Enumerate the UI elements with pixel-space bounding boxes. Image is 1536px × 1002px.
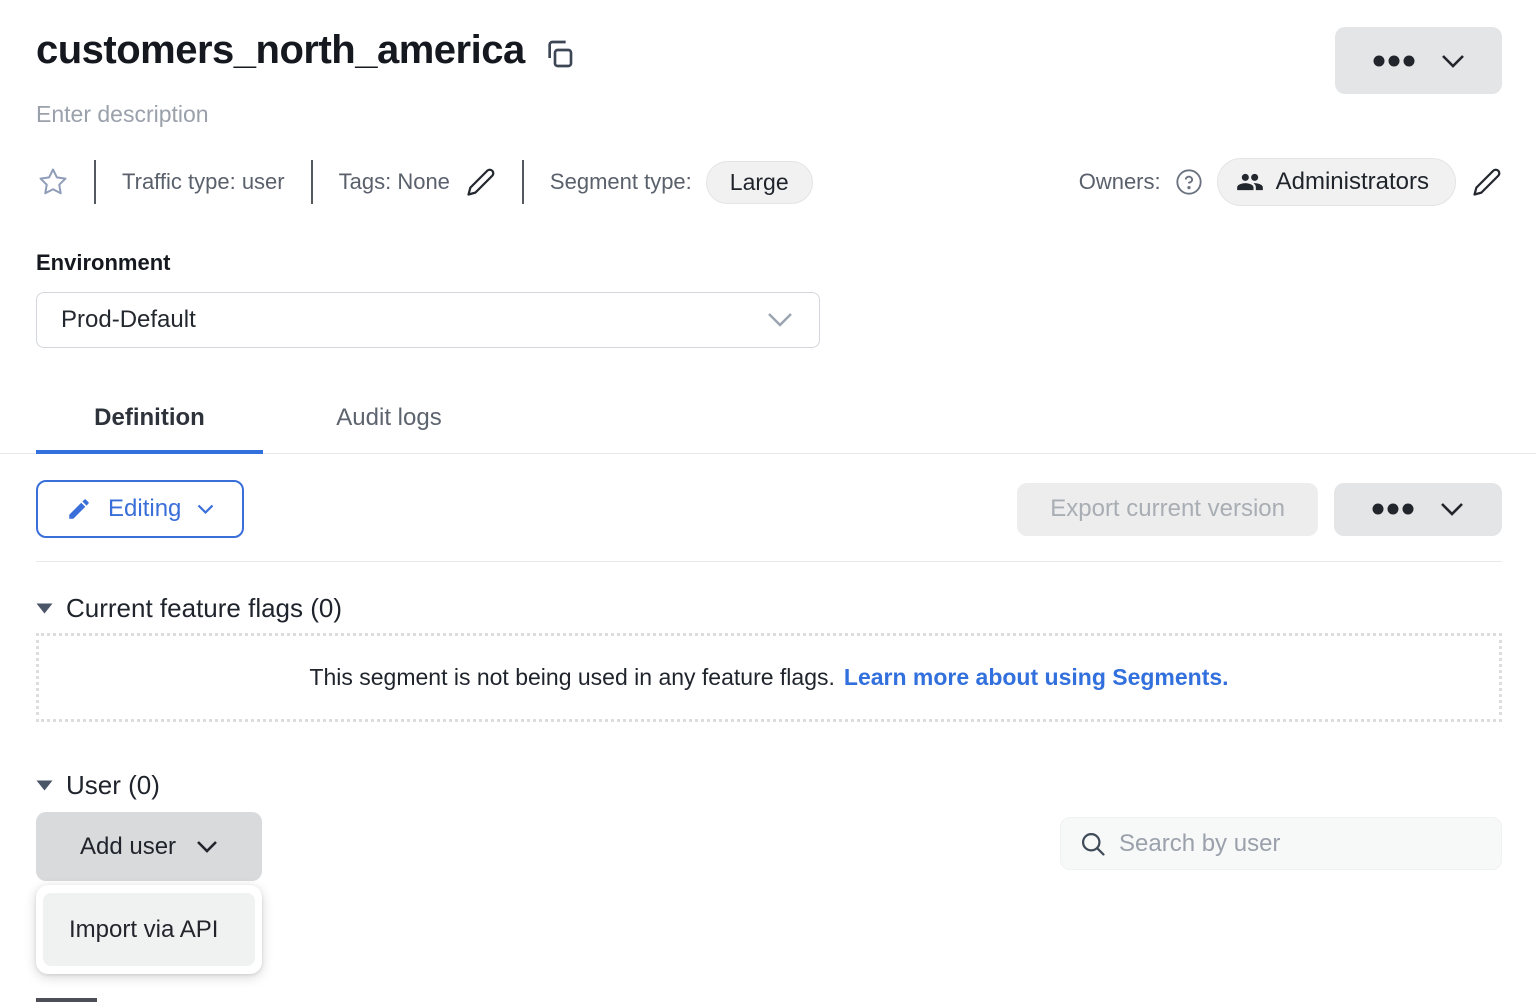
edit-tags-icon[interactable]	[466, 167, 496, 197]
copy-icon-glyph	[543, 38, 575, 70]
divider	[94, 160, 96, 204]
feature-flags-section: Current feature flags (0) This segment i…	[36, 593, 1502, 722]
add-user-button[interactable]: Add user	[36, 812, 262, 881]
ellipsis-icon	[1373, 55, 1415, 67]
editing-status-label: Editing	[108, 495, 181, 523]
page-title: customers_north_america	[36, 28, 525, 73]
export-button-label: Export current version	[1050, 495, 1285, 523]
feature-flags-empty-state: This segment is not being used in any fe…	[36, 633, 1502, 722]
definition-panel: Editing Export current version	[0, 480, 1536, 974]
chevron-down-icon	[767, 312, 793, 328]
copy-icon[interactable]	[543, 38, 575, 70]
pencil-icon	[66, 496, 92, 522]
divider	[36, 561, 1502, 562]
people-icon	[1236, 168, 1264, 196]
page-header: customers_north_america Enter descriptio…	[0, 0, 1536, 348]
tabbar: Definition Audit logs	[0, 388, 1536, 454]
toolbar-right: Export current version	[1017, 483, 1502, 536]
user-section: User (0) Add user Import via API	[36, 770, 1502, 974]
divider	[522, 160, 524, 204]
owners-badge[interactable]: Administrators	[1217, 158, 1456, 206]
segment-type-badge: Large	[706, 161, 813, 204]
cutoff-element	[36, 998, 97, 1002]
search-icon	[1079, 830, 1107, 858]
learn-more-link[interactable]: Learn more about using Segments.	[844, 664, 1229, 691]
owners-value: Administrators	[1276, 168, 1429, 196]
empty-state-text: This segment is not being used in any fe…	[309, 664, 834, 691]
user-toolbar: Add user Import via API	[36, 812, 1502, 974]
definition-actions-menu-button[interactable]	[1334, 483, 1502, 536]
export-button[interactable]: Export current version	[1017, 483, 1318, 536]
segment-detail-page: customers_north_america Enter descriptio…	[0, 0, 1536, 1002]
title-row: customers_north_america	[36, 0, 1502, 73]
traffic-type-label: Traffic type: user	[122, 169, 285, 195]
star-icon[interactable]	[38, 167, 68, 197]
add-user-menu: Import via API	[36, 885, 262, 974]
page-actions-menu-button[interactable]	[1335, 27, 1502, 94]
edit-owners-icon[interactable]	[1472, 167, 1502, 197]
owners-label: Owners:	[1079, 169, 1161, 195]
add-user-dropdown: Add user Import via API	[36, 812, 262, 974]
add-user-label: Add user	[80, 833, 176, 861]
menu-item-import-via-api[interactable]: Import via API	[43, 893, 255, 966]
chevron-down-icon	[1441, 54, 1465, 68]
user-section-toggle[interactable]: User (0)	[36, 770, 160, 801]
feature-flags-heading: Current feature flags (0)	[66, 593, 342, 624]
tab-definition[interactable]: Definition	[36, 388, 263, 453]
triangle-down-icon	[36, 780, 53, 791]
description-field[interactable]: Enter description	[36, 101, 209, 128]
editing-status-button[interactable]: Editing	[36, 480, 244, 538]
tags-label: Tags: None	[339, 169, 450, 195]
user-heading: User (0)	[66, 770, 160, 801]
feature-flags-section-toggle[interactable]: Current feature flags (0)	[36, 593, 342, 624]
chevron-down-icon	[196, 840, 218, 853]
search-by-user	[1060, 817, 1502, 870]
definition-toolbar: Editing Export current version	[36, 480, 1502, 538]
tab-audit-logs[interactable]: Audit logs	[263, 388, 515, 453]
chevron-down-icon	[197, 504, 214, 515]
search-input[interactable]	[1119, 830, 1483, 858]
environment-selected-value: Prod-Default	[61, 306, 196, 334]
segment-type-label: Segment type:	[550, 169, 692, 195]
chevron-down-icon	[1440, 502, 1464, 516]
environment-label: Environment	[36, 250, 1502, 276]
tab-audit-logs-label: Audit logs	[336, 404, 441, 431]
environment-select[interactable]: Prod-Default	[36, 292, 820, 348]
meta-row: Traffic type: user Tags: None Segment ty…	[36, 158, 1502, 206]
divider	[311, 160, 313, 204]
ellipsis-icon	[1372, 503, 1414, 515]
help-icon[interactable]	[1175, 168, 1203, 196]
triangle-down-icon	[36, 603, 53, 614]
tab-definition-label: Definition	[94, 404, 205, 431]
